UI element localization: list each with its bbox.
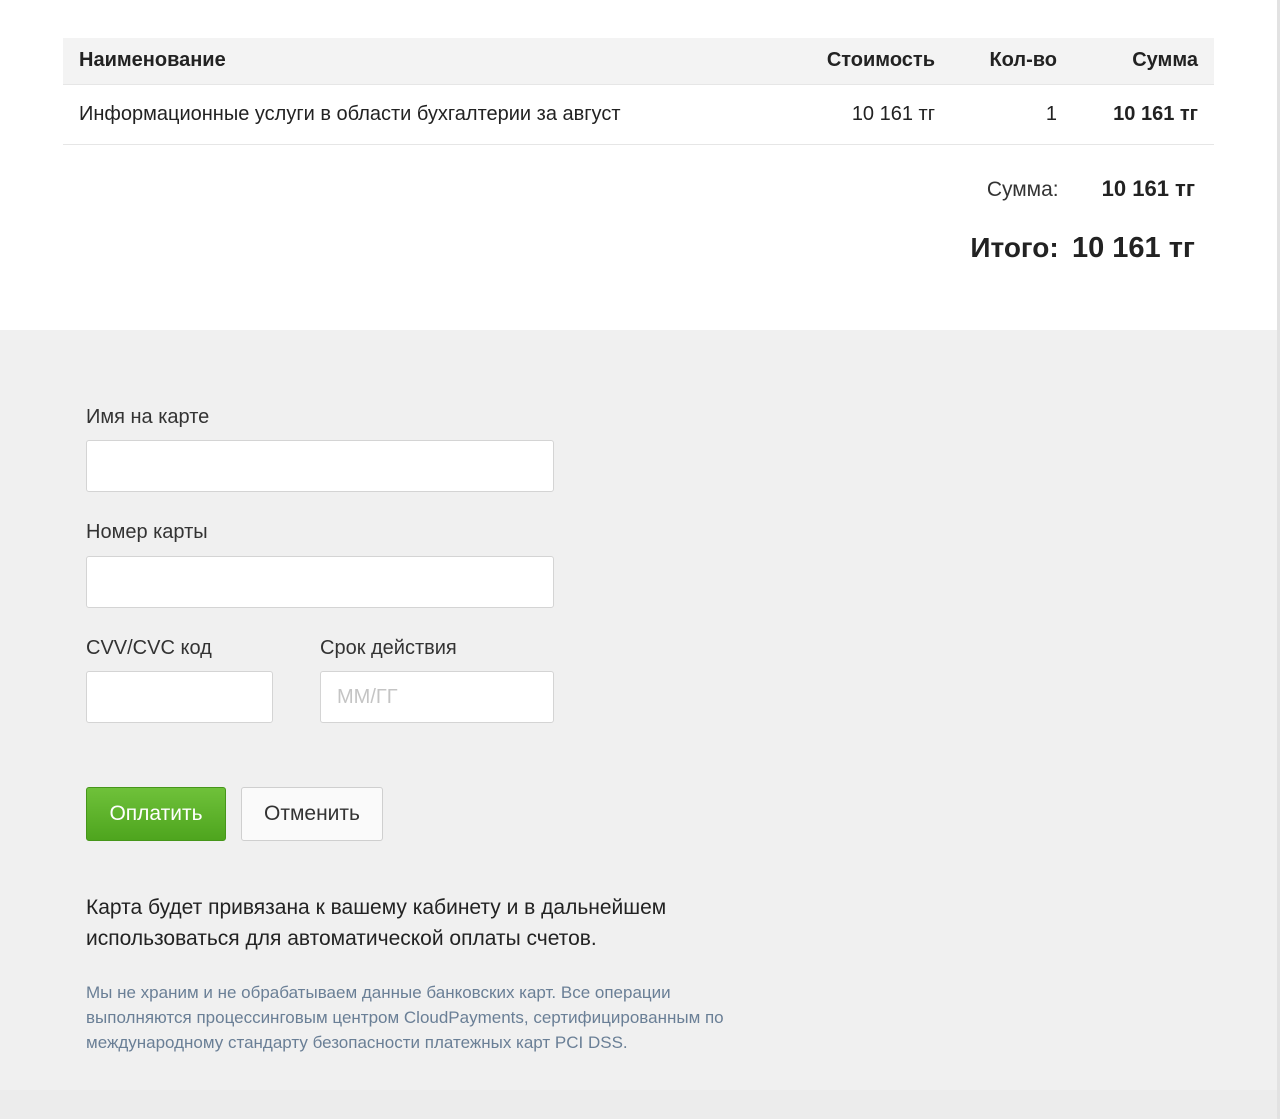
page-bottom-band	[0, 1090, 1277, 1119]
security-disclaimer: Мы не храним и не обрабатываем данные ба…	[86, 983, 724, 1052]
subtotal-value: 10 161 тг	[1101, 176, 1195, 201]
cvv-label: CVV/CVC код	[86, 637, 212, 659]
cvv-input[interactable]	[86, 671, 273, 723]
item-name: Информационные услуги в области бухгалте…	[63, 84, 763, 145]
payment-form-section: Имя на карте Номер карты CVV/CVC код Сро…	[0, 330, 1277, 1090]
total-row: Итого: 10 161 тг	[895, 232, 1195, 265]
column-header-sum: Сумма	[1073, 38, 1214, 85]
card-name-label: Имя на карте	[86, 406, 210, 428]
column-header-price: Стоимость	[763, 38, 951, 85]
subtotal-row: Сумма: 10 161 тг	[895, 176, 1195, 212]
card-name-input[interactable]	[86, 440, 554, 492]
item-price: 10 161 тг	[763, 84, 951, 145]
table-row: Информационные услуги в области бухгалте…	[63, 84, 1214, 145]
expiry-input[interactable]	[320, 671, 554, 723]
column-header-name: Наименование	[63, 38, 763, 85]
cancel-button[interactable]: Отменить	[241, 787, 383, 841]
total-value: 10 161 тг	[1071, 232, 1195, 264]
item-sum: 10 161 тг	[1073, 84, 1214, 145]
pay-button[interactable]: Оплатить	[86, 787, 226, 841]
card-binding-notice: Карта будет привязана к вашему кабинету …	[86, 896, 667, 950]
item-qty: 1	[951, 84, 1073, 145]
card-number-label: Номер карты	[86, 521, 208, 543]
invoice-items-table: Наименование Стоимость Кол-во Сумма Инфо…	[63, 38, 1214, 145]
subtotal-label: Сумма:	[986, 178, 1059, 201]
total-label: Итого:	[970, 232, 1059, 263]
column-header-qty: Кол-во	[951, 38, 1073, 85]
expiry-label: Срок действия	[320, 637, 457, 659]
card-number-input[interactable]	[86, 556, 554, 608]
invoice-totals: Сумма: 10 161 тг Итого: 10 161 тг	[895, 176, 1195, 265]
table-header-row: Наименование Стоимость Кол-во Сумма	[63, 38, 1214, 85]
invoice-section: Наименование Стоимость Кол-во Сумма Инфо…	[0, 0, 1277, 330]
